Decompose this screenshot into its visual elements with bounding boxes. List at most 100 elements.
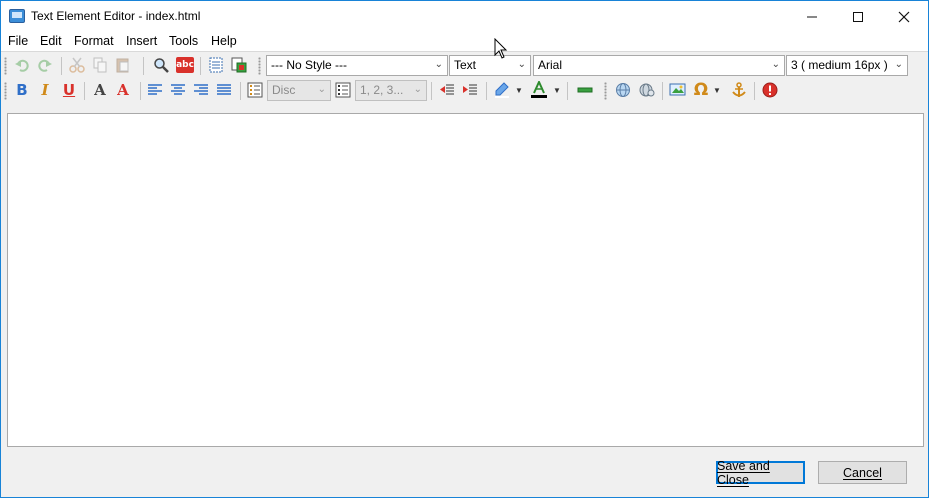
indent-button[interactable] <box>460 80 480 100</box>
subscript-icon: A <box>94 81 106 99</box>
highlight-color-button[interactable] <box>492 80 512 100</box>
spellcheck-icon: abc <box>176 57 194 73</box>
find-button[interactable] <box>151 55 171 75</box>
font-color-button[interactable] <box>529 80 549 100</box>
align-justify-button[interactable] <box>214 80 234 100</box>
editor-window: Text Element Editor - index.html File Ed… <box>0 0 929 498</box>
font-size-value: 3 ( medium 16px ) <box>791 58 888 72</box>
chevron-down-icon: ⌄ <box>434 59 443 70</box>
font-family-select[interactable]: Arial ⌄ <box>533 55 785 76</box>
superscript-icon: A <box>117 81 129 99</box>
toolbar-grip[interactable] <box>4 57 7 75</box>
paragraph-style-select[interactable]: --- No Style --- ⌄ <box>266 55 448 76</box>
chevron-down-icon: ⌄ <box>517 59 526 70</box>
bullet-style-select[interactable]: Disc ⌄ <box>267 80 331 101</box>
bullet-list-button[interactable] <box>245 80 265 100</box>
save-and-close-button[interactable]: Save and Close <box>716 458 805 487</box>
maximize-button[interactable] <box>835 1 881 32</box>
insert-image-button[interactable] <box>668 80 688 100</box>
chain-link-icon <box>639 83 655 97</box>
cancel-label: Cancel <box>843 465 882 480</box>
minimize-button[interactable] <box>789 1 835 32</box>
chevron-down-icon: ⌄ <box>413 84 422 95</box>
triangle-down-icon: ▼ <box>713 85 721 95</box>
subscript-button[interactable]: A <box>90 80 110 100</box>
menu-tools[interactable]: Tools <box>169 34 198 48</box>
underline-button[interactable]: U <box>59 80 79 100</box>
copy-button[interactable] <box>90 55 110 75</box>
toolbar-separator <box>140 82 141 100</box>
minimize-icon <box>807 16 817 17</box>
spellcheck-button[interactable]: abc <box>175 55 195 75</box>
toolbar-separator <box>486 82 487 100</box>
indent-icon <box>463 84 477 95</box>
insert-link-button[interactable] <box>613 80 633 100</box>
paste-special-button[interactable] <box>229 55 249 75</box>
align-left-button[interactable] <box>145 80 165 100</box>
toolbar-separator <box>754 82 755 100</box>
validate-button[interactable] <box>760 80 780 100</box>
paste-special-icon <box>231 57 247 73</box>
redo-button[interactable] <box>35 55 55 75</box>
align-center-icon <box>171 84 185 95</box>
cut-button[interactable] <box>67 55 87 75</box>
select-all-icon <box>209 57 223 73</box>
horizontal-rule-icon <box>577 87 593 93</box>
font-size-select[interactable]: 3 ( medium 16px ) ⌄ <box>786 55 908 76</box>
menu-bar: File Edit Format Insert Tools Help <box>1 32 928 52</box>
horizontal-rule-button[interactable] <box>575 80 595 100</box>
align-left-icon <box>148 84 162 95</box>
italic-button[interactable]: I <box>35 80 55 100</box>
bullet-style-value: Disc <box>272 83 296 97</box>
insert-anchor-button[interactable] <box>729 80 749 100</box>
insert-anchor-link-button[interactable] <box>637 80 657 100</box>
cut-icon <box>69 57 85 73</box>
menu-file[interactable]: File <box>8 34 28 48</box>
chevron-down-icon: ⌄ <box>771 59 780 70</box>
cancel-button[interactable]: Cancel <box>818 461 907 484</box>
menu-help[interactable]: Help <box>211 34 237 48</box>
font-family-value: Arial <box>538 58 563 72</box>
element-type-select[interactable]: Text ⌄ <box>449 55 531 76</box>
outdent-button[interactable] <box>437 80 457 100</box>
toolbar-grip[interactable] <box>604 82 607 100</box>
bullet-list-icon <box>247 82 263 98</box>
copy-icon <box>93 57 107 73</box>
toolbar-grip[interactable] <box>4 82 7 100</box>
image-icon <box>669 83 686 96</box>
align-center-button[interactable] <box>168 80 188 100</box>
save-and-close-label: Save and Close <box>717 458 770 487</box>
toolbar-separator <box>567 82 568 100</box>
font-color-icon <box>531 81 547 98</box>
paste-button[interactable] <box>113 55 133 75</box>
toolbar-separator <box>662 82 663 100</box>
anchor-icon <box>732 82 746 97</box>
align-right-icon <box>194 84 208 95</box>
menu-format[interactable]: Format <box>74 34 114 48</box>
insert-symbol-button[interactable]: Ω <box>691 80 711 100</box>
maximize-icon <box>853 11 863 22</box>
link-icon <box>616 83 630 97</box>
superscript-button[interactable]: A <box>113 80 133 100</box>
close-button[interactable] <box>881 1 927 32</box>
select-all-button[interactable] <box>206 55 226 75</box>
numbering-style-select[interactable]: 1, 2, 3... ⌄ <box>355 80 427 101</box>
highlighter-icon <box>495 82 509 98</box>
toolbar-separator <box>61 57 62 75</box>
insert-symbol-dropdown[interactable]: ▼ <box>711 80 723 100</box>
menu-insert[interactable]: Insert <box>126 34 157 48</box>
bold-button[interactable]: B <box>12 80 32 100</box>
menu-edit[interactable]: Edit <box>40 34 62 48</box>
toolbar-separator <box>240 82 241 100</box>
editor-content-area[interactable] <box>7 113 924 447</box>
toolbar-grip[interactable] <box>258 57 261 75</box>
toolbar-separator <box>431 82 432 100</box>
toolbar-row-2: B I U A A Disc ⌄ 1, 2, 3... ⌄ ▼ ▼ Ω ▼ <box>1 78 928 104</box>
undo-button[interactable] <box>12 55 32 75</box>
highlight-color-dropdown[interactable]: ▼ <box>513 80 525 100</box>
redo-icon <box>38 59 52 72</box>
align-right-button[interactable] <box>191 80 211 100</box>
numbered-list-button[interactable] <box>333 80 353 100</box>
font-color-dropdown[interactable]: ▼ <box>551 80 563 100</box>
paragraph-style-value: --- No Style --- <box>271 58 347 72</box>
